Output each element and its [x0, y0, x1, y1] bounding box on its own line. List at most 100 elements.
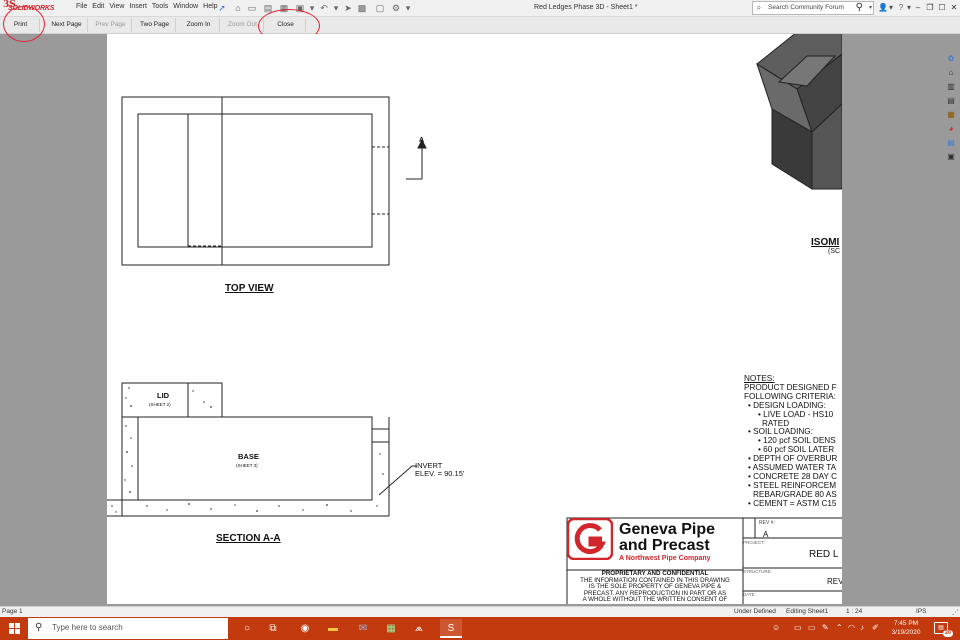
- section-marker-label: A: [419, 137, 425, 144]
- new-document-icon[interactable]: ▭: [246, 2, 258, 14]
- notes-line: • LIVE LOAD - HS10: [758, 409, 834, 419]
- search-dropdown-icon[interactable]: ▾: [869, 2, 872, 15]
- invert-elevation: ELEV. = 90.15': [415, 469, 465, 478]
- top-view-label: TOP VIEW: [225, 283, 274, 294]
- drawing-sheet: TOP VIEW A LID (SHEET 2) BASE (SHEET 3) …: [107, 34, 842, 604]
- file-properties-icon[interactable]: ▢: [374, 2, 386, 14]
- tray-icon-paint[interactable]: ✎: [822, 621, 829, 635]
- show-hidden-icons[interactable]: ⌃: [836, 621, 843, 635]
- chrome-icon[interactable]: ◉: [294, 619, 316, 638]
- search-scope-icon[interactable]: ⌕: [754, 2, 764, 14]
- page-indicator: Page 1: [2, 608, 23, 615]
- menu-view[interactable]: View: [109, 3, 124, 10]
- structure-value: REV: [827, 577, 842, 586]
- zoom-in-button[interactable]: Zoom In: [178, 18, 220, 32]
- search-placeholder: Search Community Forum: [768, 4, 844, 11]
- forum-icon[interactable]: ▣: [945, 151, 957, 162]
- close-preview-button[interactable]: Close: [266, 18, 306, 32]
- close-window-icon[interactable]: ✕: [948, 1, 960, 15]
- custom-properties-icon[interactable]: ▤: [945, 137, 957, 148]
- appearances-icon[interactable]: ◕: [945, 123, 957, 134]
- clock-date: 3/19/2020: [891, 629, 921, 636]
- action-center-icon[interactable]: ▤ 20: [934, 622, 953, 637]
- two-page-button[interactable]: Two Page: [134, 18, 176, 32]
- task-pane-tabs: ✿ ⌂ ▥ ▤ ▦ ◕ ▤ ▣: [944, 53, 958, 173]
- home-icon[interactable]: ⌂: [232, 2, 244, 14]
- restore-icon[interactable]: ❐: [924, 1, 936, 15]
- menu-tools[interactable]: Tools: [152, 3, 168, 10]
- menu-window[interactable]: Window: [173, 3, 198, 10]
- tray-icon-monitor[interactable]: ▭: [808, 621, 816, 635]
- pin-icon[interactable]: ➚: [216, 2, 228, 14]
- clock-time: 7:45 PM: [893, 620, 919, 627]
- revision-label: REV #:: [759, 520, 775, 526]
- user-account-icon[interactable]: 👤: [878, 2, 888, 14]
- home-tab-icon[interactable]: ⌂: [945, 67, 957, 78]
- system-clock[interactable]: 7:45 PM 3/19/2020: [886, 619, 926, 637]
- cortana-icon[interactable]: ○: [236, 619, 258, 638]
- zoom-out-button[interactable]: Zoom Out: [222, 18, 264, 32]
- undo-icon[interactable]: ↶: [318, 2, 330, 14]
- community-search-input[interactable]: ⌕ Search Community Forum ⚲ ▾: [752, 1, 874, 15]
- print-dropdown-icon[interactable]: ▾: [306, 2, 318, 14]
- solidworks-taskbar-icon[interactable]: S: [440, 619, 462, 638]
- menu-file[interactable]: File: [76, 3, 87, 10]
- company-tagline: A Northwest Pipe Company: [619, 555, 711, 562]
- help-icon[interactable]: ?: [896, 2, 906, 14]
- search-magnifier-icon[interactable]: ⚲: [856, 1, 863, 15]
- account-dropdown-icon[interactable]: ▾: [888, 2, 894, 14]
- battery-icon[interactable]: ▭: [794, 621, 802, 635]
- editing-status: Editing Sheet1: [786, 608, 829, 615]
- file-explorer-taskbar-icon[interactable]: ▬: [322, 619, 344, 638]
- project-value: RED L: [809, 549, 839, 560]
- open-icon[interactable]: ▤: [262, 2, 274, 14]
- solidworks-logo[interactable]: 3S SOLIDWORKS: [3, 0, 67, 16]
- menu-bar: File Edit View Insert Tools Window Help: [76, 3, 218, 10]
- excel-icon[interactable]: ▦: [380, 619, 402, 638]
- windows-logo-icon: [9, 623, 20, 634]
- print-icon[interactable]: ▣: [294, 2, 306, 14]
- acrobat-icon[interactable]: ⩕: [408, 619, 430, 638]
- menu-insert[interactable]: Insert: [129, 3, 147, 10]
- save-icon[interactable]: ▦: [278, 2, 290, 14]
- view-palette-icon[interactable]: ▦: [945, 109, 957, 120]
- minimize-icon[interactable]: –: [912, 1, 924, 15]
- undo-dropdown-icon[interactable]: ▾: [330, 2, 342, 14]
- file-explorer-icon[interactable]: ▤: [945, 95, 957, 106]
- taskbar-search-input[interactable]: ⚲ Type here to search: [28, 618, 228, 639]
- task-view-icon[interactable]: ⧉: [262, 619, 284, 638]
- rebuild-icon[interactable]: ▩: [356, 2, 368, 14]
- lid-label: LID: [157, 391, 170, 400]
- prev-page-button[interactable]: Prev Page: [90, 18, 132, 32]
- structure-label: STRUCTURE:: [743, 569, 772, 574]
- design-library-icon[interactable]: ▥: [945, 81, 957, 92]
- pen-icon[interactable]: ✐: [872, 621, 879, 635]
- start-button[interactable]: [0, 617, 28, 640]
- revision-value: A: [763, 530, 769, 539]
- wifi-icon[interactable]: ◠: [848, 621, 855, 635]
- volume-icon[interactable]: ♪: [860, 621, 864, 635]
- unit-system[interactable]: IPS: [916, 608, 926, 615]
- brand-word: SOLIDWORKS: [8, 5, 55, 12]
- next-page-button[interactable]: Next Page: [46, 18, 88, 32]
- people-icon[interactable]: ☺: [772, 621, 780, 635]
- outlook-icon[interactable]: ✉: [352, 619, 374, 638]
- print-button[interactable]: Print: [2, 18, 40, 32]
- isometric-scale-label: (SC: [828, 248, 841, 255]
- menu-edit[interactable]: Edit: [92, 3, 104, 10]
- print-preview-toolbar: Print Next Page Prev Page Two Page Zoom …: [0, 17, 960, 34]
- proprietary-line: A WHOLE WITHOUT THE WRITTEN CONSENT OF: [582, 596, 728, 604]
- select-pointer-icon[interactable]: ➤: [342, 2, 354, 14]
- notification-count-badge: 20: [942, 630, 953, 637]
- base-sheet-ref: (SHEET 3): [236, 463, 258, 468]
- sheet-scale[interactable]: 1 : 24: [846, 608, 862, 615]
- options-dropdown-icon[interactable]: ▾: [402, 2, 414, 14]
- status-resize-icon[interactable]: ⋰: [952, 608, 959, 616]
- solidworks-resources-icon[interactable]: ✿: [945, 53, 957, 64]
- drawing-notes: NOTES: PRODUCT DESIGNED F FOLLOWING CRIT…: [744, 374, 837, 509]
- proprietary-notice: PROPRIETARY AND CONFIDENTIAL THE INFORMA…: [567, 570, 743, 604]
- options-gear-icon[interactable]: ⚙: [390, 2, 402, 14]
- maximize-icon[interactable]: ☐: [936, 1, 948, 15]
- document-title: Red Ledges Phase 3D - Sheet1 *: [534, 4, 638, 11]
- notes-line: • CEMENT = ASTM C15: [748, 498, 837, 508]
